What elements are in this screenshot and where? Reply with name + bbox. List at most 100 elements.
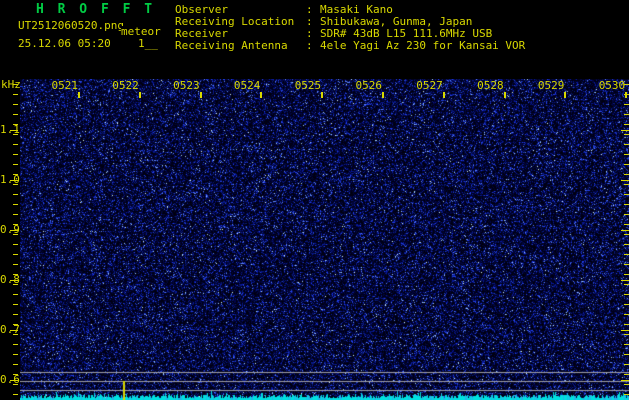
y-minor-tick-left [13,264,18,265]
y-minor-tick-right [624,374,629,375]
y-minor-tick-left [13,194,18,195]
y-minor-tick-left [13,324,18,325]
x-tick-label: 0524 [233,79,261,92]
x-tick-mark [321,92,324,98]
y-minor-tick-right [624,154,629,155]
y-minor-tick-left [13,234,18,235]
y-minor-tick-right [624,294,629,295]
y-minor-tick-left [13,244,18,245]
station-label: meteor [121,25,161,38]
y-major-tick-left [10,180,18,181]
x-tick-label: 0528 [477,79,504,92]
y-major-tick-right [621,230,629,231]
info-colon: : [306,3,313,16]
y-minor-tick-left [13,374,18,375]
x-tick-label: 0521 [51,79,79,92]
x-tick-mark [442,92,445,98]
y-minor-tick-left [13,184,18,185]
y-minor-tick-left [13,314,18,315]
y-minor-tick-left [13,134,18,135]
info-value: Shibukawa, Gunma, Japan [320,15,473,28]
y-minor-tick-right [624,244,629,245]
y-minor-tick-right [624,224,629,225]
y-minor-tick-left [13,114,18,115]
y-minor-tick-right [624,234,629,235]
y-minor-tick-left [13,294,18,295]
x-tick-label: 0526 [355,79,383,92]
info-colon: : [306,39,313,52]
y-minor-tick-right [624,274,629,275]
x-tick-label: 0523 [173,79,200,92]
y-minor-tick-left [13,384,18,385]
y-minor-tick-left [13,164,18,165]
y-minor-tick-left [13,94,18,95]
y-minor-tick-left [13,214,18,215]
y-major-tick-right [621,380,629,381]
y-minor-tick-left [13,394,18,395]
x-tick-label: 0522 [112,79,139,92]
y-major-tick-left [10,130,18,131]
x-tick-mark [199,92,202,98]
x-tick-mark [138,92,141,98]
y-minor-tick-right [624,94,629,95]
y-minor-tick-right [624,264,629,265]
y-major-tick-left [10,280,18,281]
y-minor-tick-right [624,114,629,115]
capture-filename: UT2512060520.png [18,19,124,32]
x-tick-mark [503,92,506,98]
y-minor-tick-left [13,284,18,285]
y-minor-tick-left [13,274,18,275]
y-minor-tick-right [624,254,629,255]
info-label: Receiver [175,27,228,40]
y-minor-tick-right [624,104,629,105]
y-minor-tick-right [624,304,629,305]
y-minor-tick-left [13,174,18,175]
info-colon: : [306,15,313,28]
y-minor-tick-left [13,104,18,105]
info-label: Observer [175,3,228,16]
x-tick-label: 0527 [416,79,443,92]
y-minor-tick-right [624,174,629,175]
x-tick-label: 0530 [598,79,626,92]
y-minor-tick-right [624,204,629,205]
x-tick-label: 0525 [294,79,322,92]
x-tick-mark [564,92,567,98]
x-tick-label: 0529 [537,79,565,92]
info-value: 4ele Yagi Az 230 for Kansai VOR [320,39,526,52]
y-minor-tick-left [13,354,18,355]
y-major-tick-right [621,130,629,131]
y-minor-tick-right [624,134,629,135]
y-minor-tick-right [624,84,629,85]
y-minor-tick-left [13,204,18,205]
y-minor-tick-right [624,314,629,315]
spectrogram-canvas [20,79,629,400]
y-major-tick-left [10,380,18,381]
info-label: Receiving Antenna [175,39,288,52]
y-minor-tick-right [624,164,629,165]
y-major-tick-right [621,180,629,181]
y-minor-tick-right [624,124,629,125]
info-label: Receiving Location [175,15,295,28]
y-minor-tick-right [624,194,629,195]
meteor-count: 1__ [138,37,158,50]
y-minor-tick-left [13,154,18,155]
y-minor-tick-right [624,324,629,325]
y-major-tick-left [10,330,18,331]
x-tick-mark [625,92,628,98]
y-minor-tick-left [13,224,18,225]
y-minor-tick-right [624,384,629,385]
y-minor-tick-left [13,344,18,345]
y-minor-tick-left [13,334,18,335]
capture-datetime: 25.12.06 05:20 [18,37,111,50]
x-tick-mark [260,92,263,98]
info-colon: : [306,27,313,40]
y-minor-tick-left [13,304,18,305]
y-minor-tick-left [13,84,18,85]
info-value: Masaki Kano [320,3,393,16]
y-minor-tick-right [624,394,629,395]
y-minor-tick-right [624,214,629,215]
y-minor-tick-right [624,284,629,285]
y-minor-tick-right [624,184,629,185]
y-minor-tick-left [13,364,18,365]
y-minor-tick-right [624,334,629,335]
